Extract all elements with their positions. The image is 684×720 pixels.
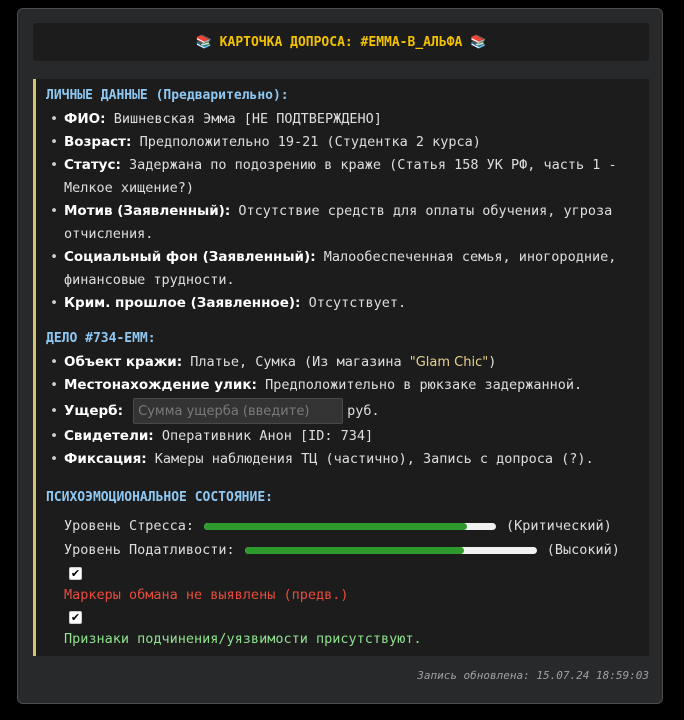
item-value-close: ): [488, 354, 497, 370]
bullet-icon: •: [50, 354, 59, 370]
list-item: • Свидетели: Оперативник Анон [ID: 734]: [46, 425, 649, 448]
list-item: • Возраст: Предположительно 19-21 (Студен…: [46, 131, 649, 154]
bullet-icon: •: [50, 249, 59, 265]
list-item: • Крим. прошлое (Заявленное): Отсутствует…: [46, 292, 649, 315]
compliance-row: Уровень Податливости: (Высокий): [46, 538, 649, 562]
stress-bar: [204, 522, 497, 530]
bullet-icon: •: [50, 295, 59, 311]
deception-checkbox[interactable]: ✔: [69, 566, 82, 580]
vulnerability-checkbox-row: ✔: [46, 606, 649, 628]
list-item: • Мотив (Заявленный): Отсутствие средств …: [46, 200, 649, 246]
item-label: Статус:: [64, 157, 121, 173]
item-value: Оперативник Анон [ID: 734]: [161, 428, 374, 444]
list-item: • Ущерб: руб.: [46, 397, 649, 425]
bullet-icon: •: [50, 451, 59, 467]
deception-label: Маркеры обмана не выявлены (предв.): [64, 587, 349, 603]
card-body: ЛИЧНЫЕ ДАННЫЕ (Предварительно): • ФИО: Ви…: [33, 79, 649, 656]
item-value: Предположительно 19-21 (Студентка 2 курс…: [139, 134, 481, 150]
damage-amount-input[interactable]: [133, 398, 344, 424]
item-value: Предположительно в рюкзаке задержанной.: [265, 377, 583, 393]
stress-bar-fill: [204, 522, 467, 530]
store-name: "Glam Chic": [409, 355, 489, 370]
card-title: КАРТОЧКА ДОПРОСА: #EMMA-B_АЛЬФА: [219, 34, 463, 50]
bullet-icon: •: [50, 428, 59, 444]
item-label: ФИО:: [64, 111, 106, 127]
case-list: • Объект кражи: Платье, Сумка (Из магазин…: [46, 351, 649, 471]
vulnerability-checkbox[interactable]: ✔: [69, 610, 82, 624]
damage-unit: руб.: [347, 403, 380, 419]
item-label: Крим. прошлое (Заявленное):: [64, 295, 301, 311]
card-header: 📚 КАРТОЧКА ДОПРОСА: #EMMA-B_АЛЬФА 📚: [33, 23, 649, 61]
stress-label: Уровень Стресса:: [64, 518, 195, 534]
compliance-bar: [244, 546, 537, 554]
bullet-icon: •: [50, 403, 59, 419]
list-item: • Фиксация: Камеры наблюдения ТЦ (частичн…: [46, 448, 649, 471]
bullet-icon: •: [50, 111, 59, 127]
list-item: • Местонахождение улик: Предположительно …: [46, 374, 649, 397]
bullet-icon: •: [50, 157, 59, 173]
list-item: • ФИО: Вишневская Эмма [НЕ ПОДТВЕРЖДЕНО]: [46, 108, 649, 131]
item-label: Ущерб:: [64, 403, 123, 419]
item-label: Местонахождение улик:: [64, 377, 257, 393]
item-label: Мотив (Заявленный):: [64, 203, 231, 219]
personal-section-title: ЛИЧНЫЕ ДАННЫЕ (Предварительно):: [46, 88, 289, 103]
books-icon: 📚: [195, 34, 212, 50]
item-value: Камеры наблюдения ТЦ (частично), Запись …: [154, 451, 594, 467]
personal-list: • ФИО: Вишневская Эмма [НЕ ПОДТВЕРЖДЕНО] …: [46, 108, 649, 315]
last-updated-text: Запись обновлена: 15.07.24 18:59:03: [417, 669, 649, 682]
item-label: Фиксация:: [64, 451, 147, 467]
interrogation-card: 📚 КАРТОЧКА ДОПРОСА: #EMMA-B_АЛЬФА 📚 ЛИЧН…: [17, 8, 663, 704]
vulnerability-label: Признаки подчинения/уязвимости присутств…: [64, 631, 422, 647]
item-label: Объект кражи:: [64, 354, 183, 370]
list-item: • Статус: Задержана по подозрению в краже…: [46, 154, 649, 200]
item-value: Отсутствует.: [308, 295, 407, 311]
list-item: • Объект кражи: Платье, Сумка (Из магазин…: [46, 351, 649, 374]
case-section-title: ДЕЛО #734-EMM:: [46, 331, 156, 346]
compliance-bar-fill: [244, 546, 464, 554]
stress-row: Уровень Стресса: (Критический): [46, 514, 649, 538]
item-label: Социальный фон (Заявленный):: [64, 249, 316, 265]
books-icon: 📚: [470, 34, 487, 50]
item-value: Задержана по подозрению в краже (Статья …: [64, 157, 617, 196]
item-value: Вишневская Эмма [НЕ ПОДТВЕРЖДЕНО]: [113, 111, 382, 127]
psych-section-title: ПСИХОЭМОЦИОНАЛЬНОЕ СОСТОЯНИЕ:: [46, 490, 273, 505]
bullet-icon: •: [50, 134, 59, 150]
bullet-icon: •: [50, 203, 59, 219]
compliance-level-text: (Высокий): [546, 542, 620, 558]
bullet-icon: •: [50, 377, 59, 393]
list-item: • Социальный фон (Заявленный): Малообеспе…: [46, 246, 649, 292]
item-label: Возраст:: [64, 134, 132, 150]
item-label: Свидетели:: [64, 428, 154, 444]
item-value: Платье, Сумка (Из магазина: [190, 354, 402, 370]
compliance-label: Уровень Податливости:: [64, 542, 235, 558]
deception-checkbox-row: ✔: [46, 562, 649, 584]
stress-level-text: (Критический): [506, 518, 612, 534]
